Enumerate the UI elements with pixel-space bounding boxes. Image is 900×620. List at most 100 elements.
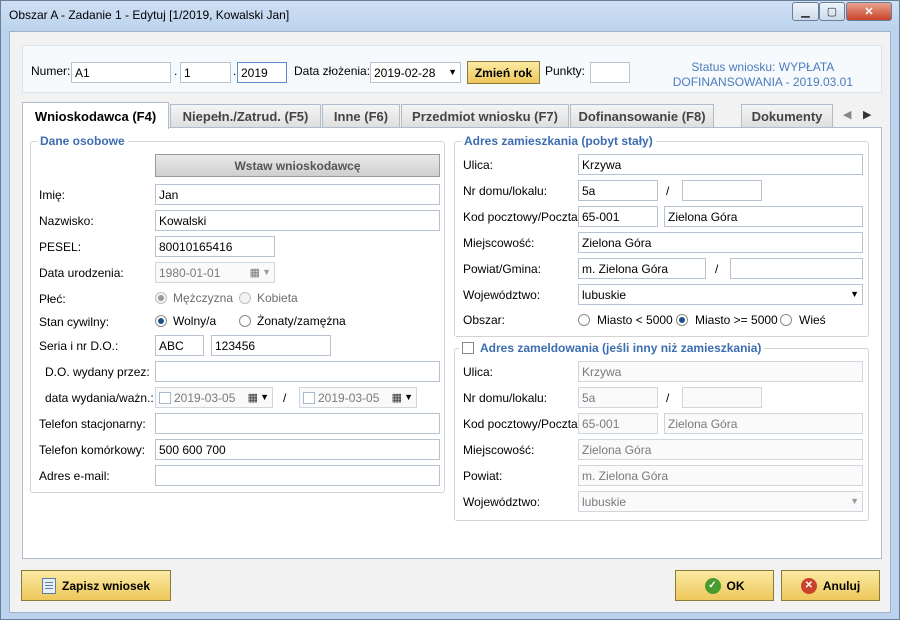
numer-part2-input[interactable]: 1 (180, 62, 231, 83)
wojewodztwo-value: lubuskie (582, 288, 627, 302)
ok-button[interactable]: ✓ OK (675, 570, 774, 601)
anuluj-label: Anuluj (822, 578, 861, 593)
tab-strip: Wnioskodawca (F4) Niepełn./Zatrud. (F5) … (22, 102, 882, 129)
tab-panel-wnioskodawca: Dane osobowe Wstaw wnioskodawcę Imię: Ja… (22, 127, 882, 559)
obszar-label: Obszar: (463, 313, 506, 327)
zamel-nr-domu-label: Nr domu/lokalu: (463, 391, 548, 405)
zamel-wojewodztwo-value: lubuskie (582, 495, 627, 509)
tab-niepelnosprawnosc[interactable]: Niepełn./Zatrud. (F5) (170, 104, 321, 128)
zamel-miejscowosc-label: Miejscowość: (463, 443, 535, 457)
do-wydany-przez-label: D.O. wydany przez: (45, 365, 150, 379)
zapisz-wniosek-label: Zapisz wniosek (61, 578, 151, 593)
imie-label: Imię: (39, 188, 66, 202)
zapisz-wniosek-button[interactable]: Zapisz wniosek (21, 570, 171, 601)
anuluj-button[interactable]: ✕ Anuluj (781, 570, 880, 601)
calendar-icon: ▦ (247, 392, 258, 404)
numer-do-input[interactable]: 123456 (211, 335, 331, 356)
wstaw-wnioskodawce-button[interactable]: Wstaw wnioskodawcę (155, 154, 440, 177)
data-urodzenia-picker: 1980-01-01 ▦ ▼ (155, 262, 275, 283)
tab-dofinansowanie[interactable]: Dofinansowanie (F8) (570, 104, 714, 128)
status-line-1: Status wniosku: WYPŁATA (691, 60, 835, 74)
data-waznosci-checkbox[interactable] (303, 392, 315, 404)
obszar-miasto-large-label: Miasto >= 5000 (695, 313, 778, 327)
zamel-nr-domu-input: 5a (578, 387, 658, 408)
close-window-button[interactable]: ✕ (846, 2, 892, 21)
imie-input[interactable]: Jan (155, 184, 440, 205)
data-waznosci-value: 2019-03-05 (318, 391, 380, 405)
seria-do-label: Seria i nr D.O.: (39, 339, 119, 353)
calendar-icon: ▦ (249, 267, 260, 279)
zamel-wojewodztwo-select: lubuskie ▼ (578, 491, 863, 512)
stan-wolny-radio[interactable] (155, 315, 167, 327)
pesel-label: PESEL: (39, 240, 82, 254)
chevron-down-icon[interactable]: ▼ (850, 289, 859, 299)
do-wydany-przez-input[interactable] (155, 361, 440, 382)
zmien-rok-button[interactable]: Zmień rok (467, 61, 540, 84)
tab-inne[interactable]: Inne (F6) (322, 104, 400, 128)
telefon-stacjonarny-input[interactable] (155, 413, 440, 434)
tab-wnioskodawca[interactable]: Wnioskodawca (F4) (22, 102, 169, 129)
data-wydania-value: 2019-03-05 (174, 391, 236, 405)
title-bar[interactable]: Obszar A - Zadanie 1 - Edytuj [1/2019, K… (1, 1, 899, 31)
plec-kobieta-radio (239, 292, 251, 304)
powiat-input[interactable]: m. Zielona Góra (578, 258, 706, 279)
gmina-input[interactable] (730, 258, 863, 279)
chevron-down-icon[interactable]: ▼ (448, 67, 457, 77)
wojewodztwo-select[interactable]: lubuskie ▼ (578, 284, 863, 305)
numer-year-input[interactable]: 2019 (237, 62, 287, 83)
chevron-down-icon[interactable]: ▼ (404, 392, 413, 402)
zamel-poczta-input: Zielona Góra (664, 413, 863, 434)
punkty-input[interactable] (590, 62, 630, 83)
zamel-powiat-label: Powiat: (463, 469, 503, 483)
nr-lokalu-input[interactable] (682, 180, 762, 201)
zamel-nr-separator: / (666, 391, 670, 405)
obszar-wies-radio[interactable] (780, 314, 792, 326)
miejscowosc-label: Miejscowość: (463, 236, 535, 250)
zamel-powiat-input: m. Zielona Góra (578, 465, 863, 486)
powiat-separator: / (715, 262, 719, 276)
data-waznosci-picker[interactable]: 2019-03-05 ▦ ▼ (299, 387, 417, 408)
maximize-button[interactable]: ▢ (819, 2, 845, 21)
numer-part1-input[interactable]: A1 (71, 62, 171, 83)
nr-domu-input[interactable]: 5a (578, 180, 658, 201)
nr-domu-label: Nr domu/lokalu: (463, 184, 548, 198)
chevron-down-icon[interactable]: ▼ (260, 392, 269, 402)
tab-scroll-right-icon[interactable]: ▶ (863, 108, 871, 121)
adres-zameldowania-checkbox[interactable] (462, 342, 474, 354)
dane-osobowe-group: Dane osobowe Wstaw wnioskodawcę Imię: Ja… (30, 134, 445, 493)
tab-dokumenty[interactable]: Dokumenty (741, 104, 833, 128)
plec-kobieta-label: Kobieta (257, 291, 298, 305)
punkty-label: Punkty: (545, 64, 586, 78)
zamel-kod-input: 65-001 (578, 413, 658, 434)
footer-bar: Zapisz wniosek ✓ OK ✕ Anuluj (9, 561, 891, 613)
email-input[interactable] (155, 465, 440, 486)
nazwisko-label: Nazwisko: (39, 214, 94, 228)
poczta-input[interactable]: Zielona Góra (664, 206, 863, 227)
data-wydania-checkbox[interactable] (159, 392, 171, 404)
obszar-miasto-large-radio[interactable] (676, 314, 688, 326)
tab-scroll-left-icon[interactable]: ◀ (843, 108, 851, 121)
seria-do-input[interactable]: ABC (155, 335, 204, 356)
nazwisko-input[interactable]: Kowalski (155, 210, 440, 231)
data-urodzenia-value: 1980-01-01 (159, 266, 221, 280)
ulica-input[interactable]: Krzywa (578, 154, 863, 175)
powiat-gmina-label: Powiat/Gmina: (463, 262, 542, 276)
x-circle-icon: ✕ (800, 577, 817, 594)
nr-separator: / (666, 184, 670, 198)
calendar-icon: ▦ (391, 392, 402, 404)
minimize-button[interactable]: ▁ (792, 2, 819, 21)
window-title: Obszar A - Zadanie 1 - Edytuj [1/2019, K… (9, 8, 290, 22)
data-wydania-picker[interactable]: 2019-03-05 ▦ ▼ (155, 387, 273, 408)
dane-osobowe-title: Dane osobowe (37, 134, 128, 148)
save-document-icon (41, 577, 56, 594)
kod-pocztowy-input[interactable]: 65-001 (578, 206, 658, 227)
tab-przedmiot-wniosku[interactable]: Przedmiot wniosku (F7) (401, 104, 569, 128)
obszar-miasto-small-radio[interactable] (578, 314, 590, 326)
data-zlozenia-picker[interactable]: 2019-02-28 ▼ (370, 62, 461, 83)
telefon-komorkowy-input[interactable]: 500 600 700 (155, 439, 440, 460)
zamel-nr-lokalu-input (682, 387, 762, 408)
wojewodztwo-label: Województwo: (463, 288, 541, 302)
stan-zonaty-radio[interactable] (239, 315, 251, 327)
miejscowosc-input[interactable]: Zielona Góra (578, 232, 863, 253)
pesel-input[interactable]: 80010165416 (155, 236, 275, 257)
